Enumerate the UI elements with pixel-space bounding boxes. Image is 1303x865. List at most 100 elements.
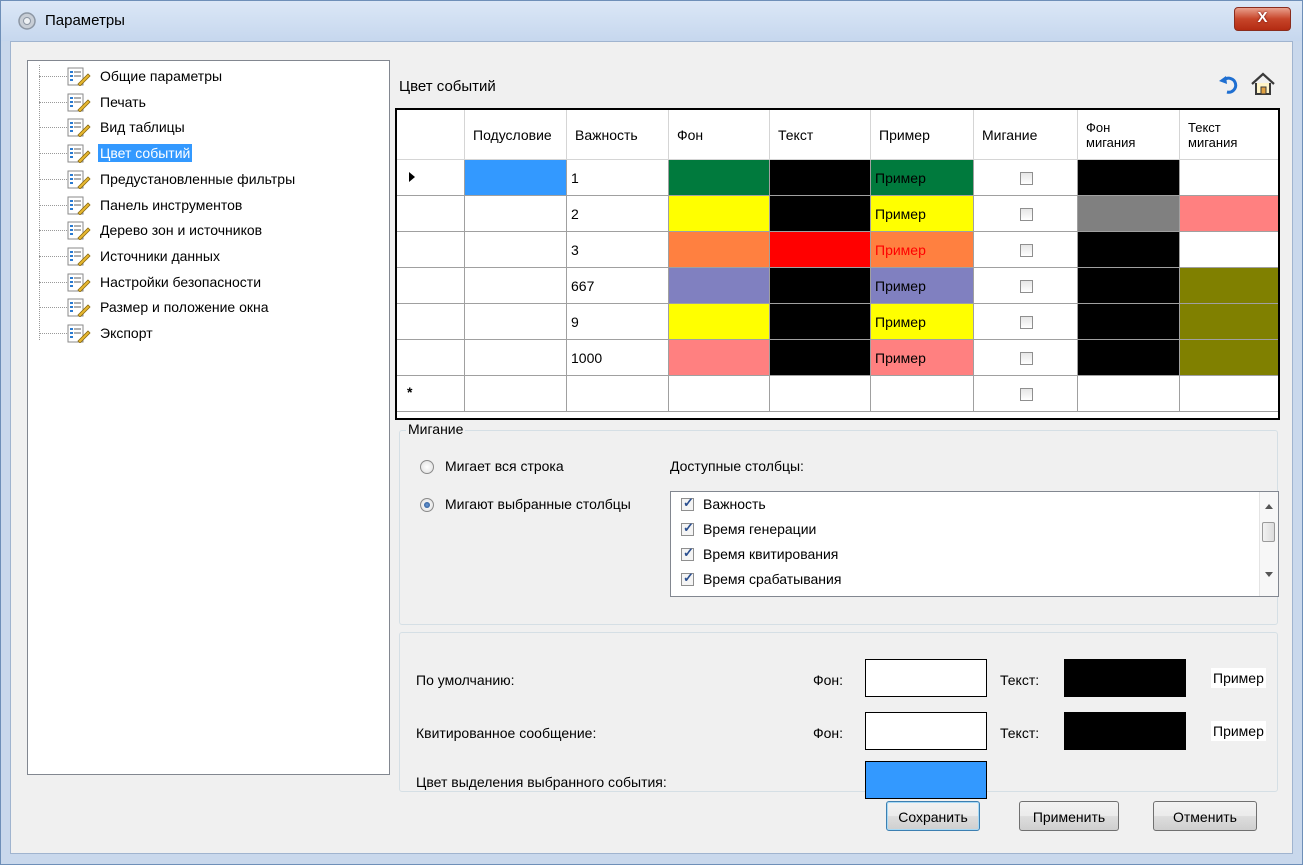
bg-color-cell[interactable] — [669, 304, 770, 340]
column-checkbox[interactable]: ✓ — [681, 495, 694, 511]
blink-cell[interactable] — [974, 340, 1078, 376]
subcondition-cell[interactable] — [465, 196, 567, 232]
event-color-grid[interactable]: Подусловие Важность Фон Текст Пример Мигание Ф… — [395, 108, 1280, 420]
subcondition-cell[interactable] — [465, 160, 567, 196]
row-header[interactable] — [397, 340, 465, 376]
sample-cell[interactable]: Пример — [871, 160, 974, 196]
column-checkbox[interactable]: ✓ — [681, 545, 694, 561]
cancel-button[interactable]: Отменить — [1153, 801, 1257, 831]
subcondition-cell[interactable] — [465, 340, 567, 376]
bg-color-cell[interactable] — [669, 232, 770, 268]
blink-text-cell[interactable] — [1180, 160, 1278, 196]
subcondition-cell[interactable] — [465, 304, 567, 340]
blink-checkbox[interactable] — [1020, 172, 1033, 185]
importance-cell[interactable]: 2 — [567, 196, 669, 232]
blink-checkbox[interactable] — [1020, 352, 1033, 365]
bg-color-cell[interactable] — [669, 376, 770, 412]
scroll-down-arrow-icon[interactable] — [1265, 572, 1273, 577]
text-color-cell[interactable] — [770, 232, 871, 268]
row-header[interactable] — [397, 232, 465, 268]
blink-checkbox[interactable] — [1020, 280, 1033, 293]
highlight-color-swatch[interactable] — [865, 761, 987, 799]
column-header[interactable]: Фон — [669, 110, 770, 160]
bg-color-cell[interactable] — [669, 340, 770, 376]
blink-bg-cell[interactable] — [1078, 340, 1180, 376]
blink-columns-radio[interactable] — [420, 498, 434, 512]
text-color-cell[interactable] — [770, 268, 871, 304]
blink-cell[interactable] — [974, 196, 1078, 232]
blink-bg-cell[interactable] — [1078, 376, 1180, 412]
text-color-cell[interactable] — [770, 196, 871, 232]
scroll-up-arrow-icon[interactable] — [1265, 504, 1273, 509]
row-header[interactable] — [397, 268, 465, 304]
undo-icon[interactable] — [1218, 74, 1240, 96]
blink-checkbox[interactable] — [1020, 208, 1033, 221]
scroll-thumb[interactable] — [1262, 522, 1275, 542]
tree-item[interactable]: Печать — [28, 91, 388, 115]
title-bar[interactable]: Параметры X — [1, 1, 1302, 41]
tree-item[interactable]: Настройки безопасности — [28, 271, 388, 295]
blink-text-cell[interactable] — [1180, 304, 1278, 340]
ack-text-swatch[interactable] — [1064, 712, 1186, 750]
text-color-cell[interactable] — [770, 160, 871, 196]
column-header[interactable]: Фон мигания — [1078, 110, 1180, 160]
tree-item[interactable]: Цвет событий — [28, 142, 388, 166]
importance-cell[interactable]: 3 — [567, 232, 669, 268]
sample-cell[interactable]: Пример — [871, 304, 974, 340]
available-columns-list[interactable]: ✓ Важность ✓ Время генерации ✓ Время квитиров… — [670, 491, 1279, 597]
blink-cell[interactable] — [974, 376, 1078, 412]
column-header[interactable]: Важность — [567, 110, 669, 160]
tree-item[interactable]: Источники данных — [28, 245, 388, 269]
blink-bg-cell[interactable] — [1078, 160, 1180, 196]
tree-item[interactable]: Общие параметры — [28, 65, 388, 89]
bg-color-cell[interactable] — [669, 268, 770, 304]
importance-cell[interactable]: 667 — [567, 268, 669, 304]
column-header[interactable]: Подусловие — [465, 110, 567, 160]
column-header[interactable]: Мигание — [974, 110, 1078, 160]
row-header[interactable]: * — [397, 376, 465, 412]
blink-cell[interactable] — [974, 304, 1078, 340]
row-header[interactable] — [397, 196, 465, 232]
row-header[interactable] — [397, 160, 465, 196]
tree-item[interactable]: Дерево зон и источников — [28, 219, 388, 243]
blink-checkbox[interactable] — [1020, 316, 1033, 329]
column-header[interactable]: Пример — [871, 110, 974, 160]
subcondition-cell[interactable] — [465, 268, 567, 304]
importance-cell[interactable]: 1 — [567, 160, 669, 196]
sample-cell[interactable] — [871, 376, 974, 412]
sample-cell[interactable]: Пример — [871, 268, 974, 304]
blink-bg-cell[interactable] — [1078, 268, 1180, 304]
blink-bg-cell[interactable] — [1078, 304, 1180, 340]
column-checkbox[interactable]: ✓ — [681, 570, 694, 586]
default-text-swatch[interactable] — [1064, 659, 1186, 697]
tree-item[interactable]: Панель инструментов — [28, 194, 388, 218]
column-header[interactable]: Текст — [770, 110, 871, 160]
tree-item[interactable]: Экспорт — [28, 322, 388, 346]
column-header[interactable]: Текст мигания — [1180, 110, 1278, 160]
blink-checkbox[interactable] — [1020, 388, 1033, 401]
ack-bg-swatch[interactable] — [865, 712, 987, 750]
subcondition-cell[interactable] — [465, 376, 567, 412]
row-header[interactable] — [397, 304, 465, 340]
blink-text-cell[interactable] — [1180, 232, 1278, 268]
blink-row-radio[interactable] — [420, 460, 434, 474]
blink-text-cell[interactable] — [1180, 268, 1278, 304]
default-bg-swatch[interactable] — [865, 659, 987, 697]
importance-cell[interactable]: 9 — [567, 304, 669, 340]
text-color-cell[interactable] — [770, 376, 871, 412]
tree-item[interactable]: Вид таблицы — [28, 116, 388, 140]
blink-cell[interactable] — [974, 232, 1078, 268]
blink-text-cell[interactable] — [1180, 376, 1278, 412]
tree-item[interactable]: Размер и положение окна — [28, 296, 388, 320]
column-checkbox[interactable]: ✓ — [681, 520, 694, 536]
subcondition-cell[interactable] — [465, 232, 567, 268]
columns-scrollbar[interactable] — [1259, 492, 1278, 596]
save-button[interactable]: Сохранить — [886, 801, 980, 831]
blink-cell[interactable] — [974, 268, 1078, 304]
sample-cell[interactable]: Пример — [871, 196, 974, 232]
blink-bg-cell[interactable] — [1078, 232, 1180, 268]
tree-item[interactable]: Предустановленные фильтры — [28, 168, 388, 192]
text-color-cell[interactable] — [770, 340, 871, 376]
blink-text-cell[interactable] — [1180, 196, 1278, 232]
blink-cell[interactable] — [974, 160, 1078, 196]
